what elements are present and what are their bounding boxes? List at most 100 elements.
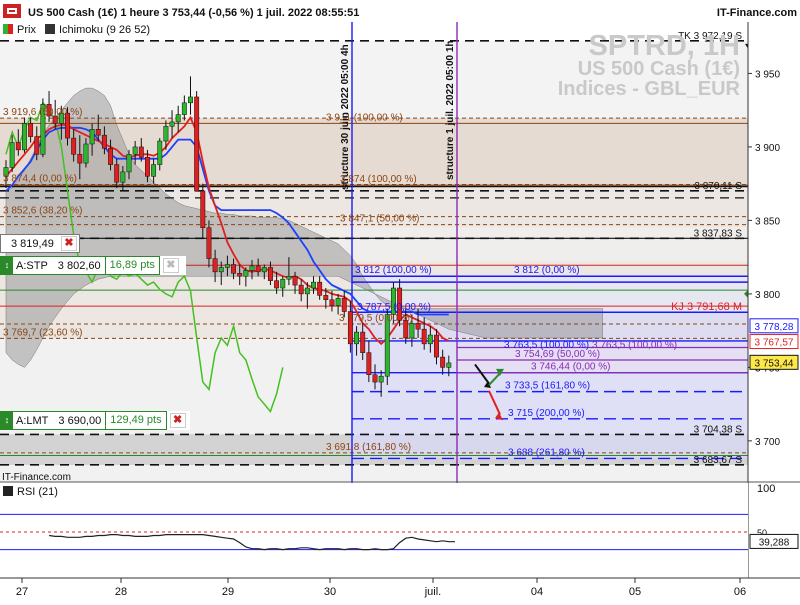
ichimoku-legend-label: Ichimoku (9 26 52)	[59, 24, 150, 36]
watermark-group: Indices - GBL_EUR	[558, 78, 741, 100]
price-candle	[101, 134, 107, 149]
stop-order-close-icon[interactable]: ✖	[162, 258, 179, 273]
price-candle	[329, 299, 335, 306]
rsi-tick-label: 100	[757, 483, 775, 495]
price-candle	[335, 298, 341, 306]
ichimoku-legend-swatch	[45, 24, 55, 34]
price-candle	[28, 123, 34, 137]
limit-order-widget[interactable]: ↕ A:LMT 3 690,00 129,49 pts ✖	[0, 411, 190, 430]
price-candle	[83, 143, 89, 164]
order-alert-widget[interactable]: 3 819,49 ✖	[0, 234, 80, 253]
projection-label: 3 733,5 (161,80 %)	[505, 381, 590, 392]
price-tick-label: 3 950	[755, 69, 780, 80]
price-candle	[421, 328, 427, 345]
price-candle	[126, 154, 132, 173]
price-candle	[286, 275, 292, 280]
price-candle	[157, 140, 163, 165]
price-candle	[194, 96, 200, 192]
stop-order-box[interactable]: ↕ A:STP 3 802,60	[0, 256, 106, 275]
rsi-panel[interactable]	[0, 483, 748, 578]
price-candle	[169, 121, 175, 127]
price-candle	[114, 164, 120, 183]
time-tick-label: 30	[324, 586, 336, 598]
price-candle	[372, 374, 378, 383]
price-candle	[151, 164, 157, 177]
fib-label: 3 852,6 (38,20 %)	[3, 206, 83, 217]
price-candle	[71, 137, 77, 155]
price-candle	[163, 126, 169, 142]
stop-order-type: A:STP	[16, 259, 48, 272]
price-candle	[274, 280, 280, 289]
stop-order-widget[interactable]: ↕ A:STP 3 802,60 16,89 pts ✖	[0, 256, 186, 275]
footer-brand: IT-Finance.com	[2, 472, 71, 483]
price-candle	[22, 123, 27, 151]
price-candle	[108, 148, 113, 165]
fib-label: 3 919,6 (50,00 %)	[3, 107, 83, 118]
projection-label: 3 812 (0,00 %)	[514, 265, 580, 276]
price-candle	[206, 227, 212, 259]
order-alert-price: 3 819,49	[11, 237, 54, 250]
chart-title: US 500 Cash (1€) 1 heure 3 753,44 (-0,56…	[28, 7, 359, 19]
price-candle	[120, 171, 126, 183]
price-candle	[354, 331, 360, 345]
price-candle	[311, 281, 316, 289]
drag-handle-icon[interactable]: ↕	[1, 257, 13, 274]
price-candle	[409, 323, 415, 339]
price-candle	[292, 275, 298, 286]
fib-label: 3 874,4 (0,00 %)	[3, 174, 77, 185]
price-candle	[132, 146, 138, 155]
time-axis[interactable]: 27 28 29 30 juil. 04 05 06	[16, 578, 746, 598]
limit-order-close-icon[interactable]: ✖	[169, 413, 186, 428]
price-candle	[218, 267, 224, 273]
price-candle	[440, 356, 446, 368]
rsi-legend-label: RSI (21)	[17, 486, 58, 498]
limit-order-box[interactable]: ↕ A:LMT 3 690,00	[0, 411, 107, 430]
fib-label: 3 847,1 (50,00 %)	[340, 214, 420, 225]
price-tick-label: 3 800	[755, 290, 780, 301]
price-tick-label: 3 900	[755, 143, 780, 154]
price-tick-label: 3 850	[755, 216, 780, 227]
price-badge-label: 3 753,44	[755, 358, 794, 369]
watermark-name: US 500 Cash (1€)	[578, 58, 740, 80]
time-tick-label: 06	[734, 586, 746, 598]
time-tick-label: 05	[629, 586, 641, 598]
projection-label: 3 754,69 (50,00 %)	[515, 349, 600, 360]
projection-label: 3 787,5 (0,00 %)	[357, 302, 431, 313]
price-candle	[15, 142, 21, 151]
price-candle	[34, 136, 40, 155]
price-candle	[9, 142, 15, 168]
price-candle	[304, 287, 310, 295]
brand-label: IT-Finance.com	[717, 7, 797, 19]
time-tick-label: 29	[222, 586, 234, 598]
support-resistance-label: 3 683,67 S	[694, 455, 743, 466]
price-candle	[268, 267, 273, 281]
drag-handle-icon[interactable]: ↕	[1, 412, 13, 429]
fib-label: 3 874 (100,00 %)	[340, 174, 417, 185]
price-candle	[237, 273, 243, 277]
app-logo	[3, 4, 21, 18]
legend: Prix Ichimoku (9 26 52)	[3, 24, 150, 36]
price-candle	[415, 323, 421, 330]
structure-1h-label: structure 1 juil. 2022 05:00 1h	[445, 40, 456, 180]
price-badge-label: 3 778,28	[755, 322, 794, 333]
time-tick-label: juil.	[424, 586, 442, 598]
price-candle	[181, 102, 187, 115]
price-candle	[360, 331, 366, 353]
fib-label: 3 779,5 (0,00 %)	[339, 313, 413, 324]
price-candle	[212, 258, 218, 273]
price-candle	[378, 375, 384, 383]
price-candle	[261, 267, 267, 273]
projection-label: 3 763,5 (100,00 %)	[592, 340, 677, 351]
order-alert-close-icon[interactable]: ✖	[61, 236, 77, 251]
price-candle	[341, 298, 347, 312]
support-resistance-label: 3 704,38 S	[694, 424, 743, 435]
price-candle	[145, 156, 150, 177]
price-legend-label: Prix	[17, 24, 36, 36]
chart-canvas[interactable]: US 500 Cash (1€) 1 heure 3 753,44 (-0,56…	[0, 0, 800, 600]
price-badge-label: 3 767,57	[755, 338, 794, 349]
price-tick-label: 3 700	[755, 437, 780, 448]
projection-label: 3 812 (100,00 %)	[355, 265, 432, 276]
rsi-value-label: 39,288	[759, 537, 790, 548]
price-candle	[280, 278, 286, 289]
support-resistance-label: 3 870,11 S	[694, 181, 742, 192]
